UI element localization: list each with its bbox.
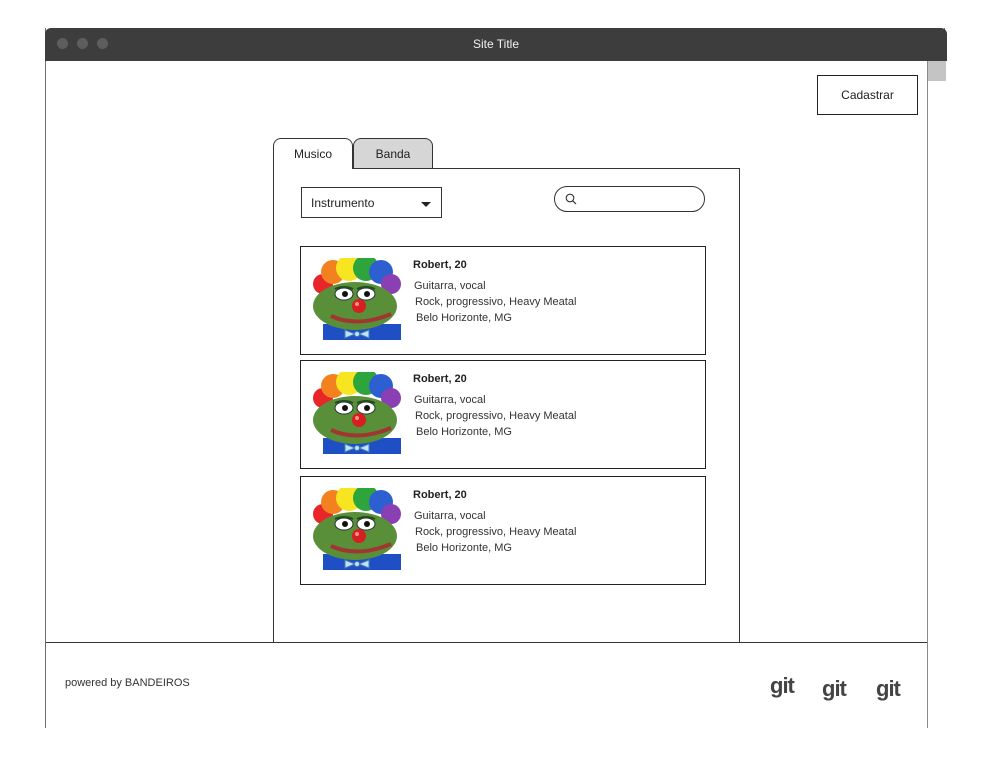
window-title: Site Title [472, 37, 520, 51]
musician-location: Belo Horizonte, MG [416, 312, 512, 324]
caret-down-icon [421, 202, 431, 207]
musician-instruments: Guitarra, vocal [414, 280, 486, 292]
git-link-3[interactable]: git [876, 676, 901, 702]
footer: powered by BANDEIROS git git git [46, 642, 927, 728]
musician-name: Robert, 20 [413, 489, 467, 501]
musician-location: Belo Horizonte, MG [416, 542, 512, 554]
tab-banda[interactable]: Banda [353, 138, 433, 168]
browser-window: Site Title Cadastrar Musico Banda Instru… [45, 28, 947, 728]
clown-frog-avatar-icon [313, 372, 401, 454]
powered-by-text: powered by BANDEIROS [65, 677, 190, 689]
musician-name: Robert, 20 [413, 373, 467, 385]
musician-name: Robert, 20 [413, 259, 467, 271]
clown-frog-avatar-icon [313, 258, 401, 340]
musician-instruments: Guitarra, vocal [414, 394, 486, 406]
musician-location: Belo Horizonte, MG [416, 426, 512, 438]
title-bar: Site Title [45, 28, 947, 61]
musician-genres: Rock, progressivo, Heavy Meatal [415, 296, 577, 308]
search-input[interactable] [583, 190, 699, 210]
musician-genres: Rock, progressivo, Heavy Meatal [415, 410, 577, 422]
search-icon [565, 193, 577, 205]
musician-card[interactable]: Robert, 20 Guitarra, vocal Rock, progres… [300, 246, 706, 355]
search-box[interactable] [554, 186, 705, 212]
git-link-1[interactable]: git [770, 673, 795, 699]
vertical-scrollbar[interactable] [927, 61, 946, 728]
musician-card[interactable]: Robert, 20 Guitarra, vocal Rock, progres… [300, 360, 706, 469]
instrument-select-label: Instrumento [311, 196, 375, 210]
musician-card[interactable]: Robert, 20 Guitarra, vocal Rock, progres… [300, 476, 706, 585]
clown-frog-avatar-icon [313, 488, 401, 570]
git-link-2[interactable]: git [822, 676, 847, 702]
scrollbar-thumb[interactable] [928, 61, 946, 81]
register-button[interactable]: Cadastrar [817, 75, 918, 115]
tab-musico[interactable]: Musico [273, 138, 353, 169]
results-panel: Instrumento Robert, 20 Guitarra, vocal R… [273, 168, 740, 643]
instrument-select[interactable]: Instrumento [301, 187, 442, 218]
musician-genres: Rock, progressivo, Heavy Meatal [415, 526, 577, 538]
musician-instruments: Guitarra, vocal [414, 510, 486, 522]
